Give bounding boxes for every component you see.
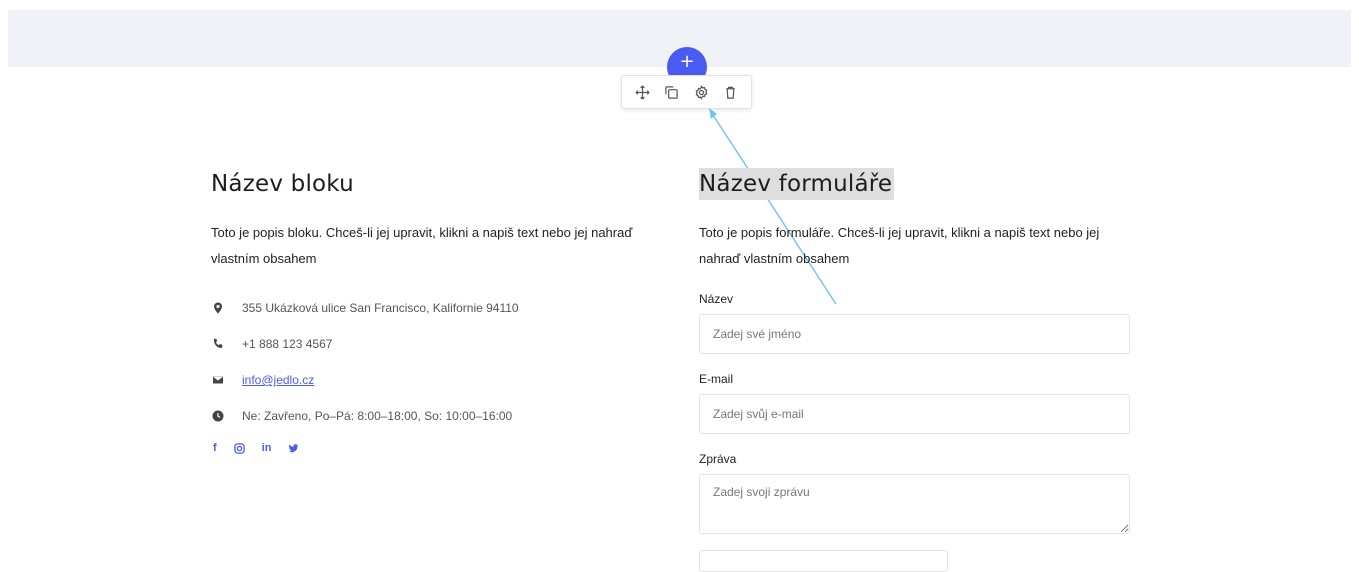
phone-text: +1 888 123 4567 [242,337,333,351]
hours-text: Ne: Zavřeno, Po–Pá: 8:00–18:00, So: 10:0… [242,409,513,423]
duplicate-button[interactable] [660,80,684,104]
contact-email: info@jedlo.cz [211,362,651,398]
contact-address: 355 Ukázková ulice San Francisco, Kalifo… [211,290,651,326]
envelope-icon [211,373,225,387]
message-label: Zpráva [699,452,737,466]
plus-icon: + [679,51,695,72]
move-button[interactable] [631,80,655,104]
duplicate-icon [665,85,679,99]
delete-icon [726,86,735,99]
location-pin-icon [211,301,225,315]
name-input[interactable] [699,314,1130,354]
contact-form-block: Název formuláře Toto je popis formuláře.… [699,168,1131,534]
settings-button[interactable] [689,80,713,104]
phone-icon [211,337,225,351]
contact-phone: +1 888 123 4567 [211,326,651,362]
move-icon [635,85,650,99]
block-title[interactable]: Název bloku [211,168,651,200]
form-description[interactable]: Toto je popis formuláře. Chceš-li jej up… [699,220,1131,272]
twitter-icon[interactable] [288,442,299,454]
delete-button[interactable] [718,80,742,104]
form-title[interactable]: Název formuláře [699,168,895,200]
block-description[interactable]: Toto je popis bloku. Chceš-li jej upravi… [211,220,651,272]
facebook-icon[interactable]: f [213,442,217,454]
name-label: Název [699,292,734,306]
settings-icon [695,84,708,100]
contact-list: 355 Ukázková ulice San Francisco, Kalifo… [211,290,651,434]
email-label: E-mail [699,372,734,386]
email-link[interactable]: info@jedlo.cz [242,373,314,387]
message-textarea[interactable] [699,474,1130,534]
info-block: Název bloku Toto je popis bloku. Chceš-l… [211,168,651,454]
block-toolbar [621,75,752,109]
address-text: 355 Ukázková ulice San Francisco, Kalifo… [242,301,519,315]
instagram-icon[interactable] [233,442,245,454]
email-input[interactable] [699,394,1130,434]
submit-button[interactable] [699,550,948,572]
social-links: f in [213,442,651,454]
contact-hours: Ne: Zavřeno, Po–Pá: 8:00–18:00, So: 10:0… [211,398,651,434]
clock-icon [211,409,225,423]
linkedin-icon[interactable]: in [262,442,272,454]
